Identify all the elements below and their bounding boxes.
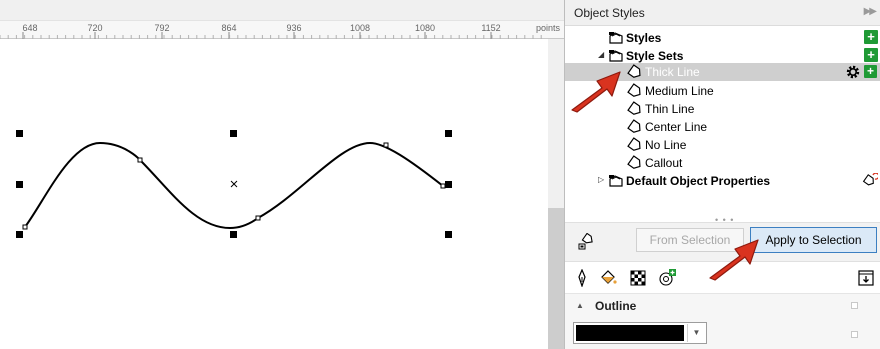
properties-toolbar <box>565 263 880 293</box>
tree-label-style-set: Thin Line <box>645 102 695 116</box>
ruler-unit-label: points <box>535 23 560 33</box>
horizontal-ruler[interactable]: 648 720 792 864 936 1008 1080 1152 point… <box>0 21 564 39</box>
outline-section: ▲ Outline ▼ <box>565 294 880 349</box>
style-set-tag-icon <box>627 155 641 169</box>
tree-row-thin-line[interactable]: Thin Line <box>565 100 880 118</box>
tree-row-center-line[interactable]: Center Line <box>565 118 880 136</box>
tree-row-medium-line[interactable]: Medium Line <box>565 82 880 100</box>
tree-row-no-line[interactable]: No Line <box>565 136 880 154</box>
add-property-icon[interactable] <box>658 269 676 287</box>
ruler-label: 648 <box>22 23 38 33</box>
ruler-label: 720 <box>87 23 103 33</box>
selected-curve[interactable] <box>24 141 444 230</box>
selection-center-marker[interactable] <box>230 180 238 188</box>
chevron-down-icon[interactable]: ▼ <box>687 324 705 342</box>
apply-style-icon[interactable] <box>577 233 595 251</box>
selection-handle-bottom-center[interactable] <box>230 231 237 238</box>
apply-row: From Selection Apply to Selection <box>565 222 880 262</box>
tree-label-default-object-properties: Default Object Properties <box>626 174 771 188</box>
drawing-canvas-area: 648 720 792 864 936 1008 1080 1152 point… <box>0 0 564 349</box>
ruler-ticks <box>0 32 542 39</box>
ruler-label: 1080 <box>414 23 436 33</box>
object-styles-docker: Object Styles ▶▶ Styles + ◢ Style Sets + <box>564 0 880 349</box>
ruler-label: 792 <box>154 23 170 33</box>
ruler-label: 936 <box>286 23 302 33</box>
outline-pen-icon[interactable] <box>573 269 591 287</box>
curve-node[interactable] <box>22 224 28 230</box>
canvas-scroll-thumb[interactable] <box>548 208 564 349</box>
import-panel-icon[interactable] <box>857 269 875 287</box>
style-set-tag-icon <box>627 137 641 151</box>
style-sets-folder-icon <box>609 50 623 62</box>
tree-label-style-set: No Line <box>645 138 687 152</box>
selection-handle-bottom-left[interactable] <box>16 231 23 238</box>
docker-header: Object Styles ▶▶ <box>565 0 880 26</box>
collapsed-triangle-icon[interactable]: ▷ <box>598 175 604 184</box>
styles-folder-icon <box>609 32 623 44</box>
outline-color-checkbox[interactable] <box>851 331 858 338</box>
transparency-checker-icon[interactable] <box>629 269 647 287</box>
collapse-caret-icon[interactable]: ▲ <box>576 301 584 310</box>
fill-bucket-icon[interactable] <box>599 269 617 287</box>
selection-handle-bottom-right[interactable] <box>445 231 452 238</box>
add-style-set-icon[interactable]: + <box>864 48 878 62</box>
selection-handle-middle-left[interactable] <box>16 181 23 188</box>
outline-section-checkbox[interactable] <box>851 302 858 309</box>
ruler-label: 1008 <box>349 23 371 33</box>
outline-color-picker[interactable]: ▼ <box>573 322 707 344</box>
selection-handle-top-center[interactable] <box>230 130 237 137</box>
outline-section-title: Outline <box>595 299 637 313</box>
style-set-tag-icon <box>627 119 641 133</box>
tree-label-style-sets: Style Sets <box>626 49 684 63</box>
curve-node[interactable] <box>137 157 143 163</box>
tree-label-style-set: Center Line <box>645 120 708 134</box>
ruler-label: 1152 <box>481 23 501 33</box>
tree-label-style-set: Thick Line <box>645 65 700 79</box>
tree-label-style-set: Callout <box>645 156 683 170</box>
add-child-style-icon[interactable]: + <box>864 65 877 78</box>
curve-node[interactable] <box>383 142 389 148</box>
apply-to-selection-button[interactable]: Apply to Selection <box>750 227 877 253</box>
default-properties-folder-icon <box>609 175 623 187</box>
canvas-top-strip <box>0 0 564 21</box>
double-chevron-right-icon[interactable]: ▶▶ <box>864 6 877 17</box>
expanded-triangle-icon[interactable]: ◢ <box>598 50 604 59</box>
selection-handle-top-right[interactable] <box>445 130 452 137</box>
curve-node[interactable] <box>440 183 446 189</box>
tree-row-thick-line[interactable]: Thick Line + <box>565 63 880 81</box>
gear-icon[interactable] <box>845 64 861 80</box>
tree-label-styles: Styles <box>626 31 662 45</box>
from-selection-button[interactable]: From Selection <box>636 228 744 252</box>
style-set-tag-icon <box>627 64 641 78</box>
drawing-surface[interactable] <box>0 39 548 349</box>
tree-row-styles[interactable]: Styles + <box>565 29 880 47</box>
outline-color-swatch <box>576 325 684 341</box>
reset-style-icon[interactable] <box>862 173 878 189</box>
tree-label-style-set: Medium Line <box>645 84 714 98</box>
add-style-icon[interactable]: + <box>864 30 878 44</box>
style-set-tag-icon <box>627 83 641 97</box>
curve-node[interactable] <box>255 215 261 221</box>
styles-tree: Styles + ◢ Style Sets + Thick Line + Med… <box>565 27 880 217</box>
selection-handle-top-left[interactable] <box>16 130 23 137</box>
tree-row-callout[interactable]: Callout <box>565 154 880 172</box>
style-set-tag-icon <box>627 101 641 115</box>
ruler-label: 864 <box>221 23 237 33</box>
selection-handle-middle-right[interactable] <box>445 181 452 188</box>
tree-row-default-object-properties[interactable]: ▷ Default Object Properties <box>565 172 880 190</box>
docker-title: Object Styles <box>574 6 645 20</box>
